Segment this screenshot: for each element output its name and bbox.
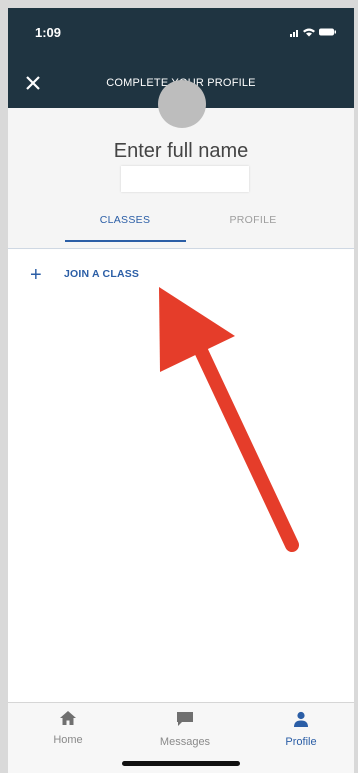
wifi-icon	[303, 28, 315, 37]
classes-list-empty	[8, 300, 354, 702]
profile-header: Enter full name CLASSES PROFILE	[8, 80, 354, 249]
status-bar: 1:09	[8, 8, 354, 58]
tab-home-label: Home	[53, 734, 83, 746]
home-icon	[60, 711, 76, 725]
tab-home[interactable]: Home	[23, 711, 113, 746]
tab-profile-nav[interactable]: Profile	[256, 711, 346, 748]
status-time: 1:09	[35, 25, 62, 40]
tab-classes[interactable]: CLASSES	[65, 214, 185, 226]
chat-icon	[177, 712, 193, 726]
battery-icon	[319, 28, 334, 36]
home-indicator	[122, 761, 240, 766]
join-class-label: JOIN A CLASS	[64, 268, 140, 280]
join-class-button[interactable]: + JOIN A CLASS	[8, 250, 354, 300]
signal-icon	[290, 34, 292, 37]
tab-messages-label: Messages	[159, 736, 211, 748]
person-icon	[294, 711, 308, 727]
status-icons	[290, 28, 336, 37]
full-name-input[interactable]	[121, 166, 249, 192]
plus-icon: +	[30, 264, 42, 286]
avatar-placeholder[interactable]	[158, 80, 206, 128]
tab-profile-nav-label: Profile	[285, 736, 317, 748]
full-name-prompt: Enter full name	[113, 140, 249, 162]
active-tab-indicator	[65, 240, 186, 242]
phone-screen: 1:09 COMPLETE YOUR PROFILE Enter full na…	[8, 8, 354, 773]
tab-messages[interactable]: Messages	[140, 711, 230, 748]
tab-profile[interactable]: PROFILE	[193, 214, 313, 226]
